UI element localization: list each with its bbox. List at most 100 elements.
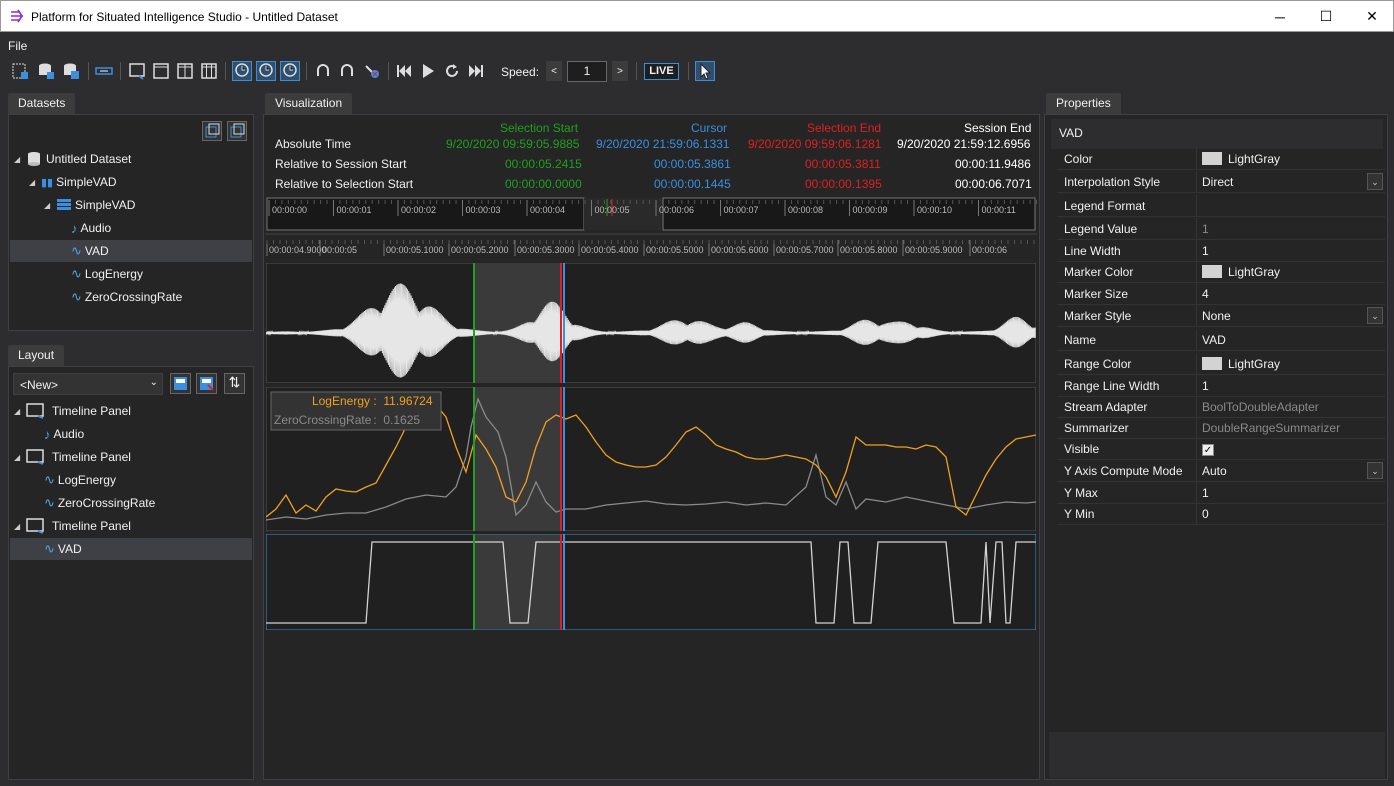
audio-timeline-panel[interactable] [266,263,1036,383]
property-row[interactable]: Visible ✓ [1057,438,1385,460]
layout-timeline-panel[interactable]: ◢ Timeline Panel [14,400,131,422]
go-to-end-icon[interactable] [466,61,486,81]
property-value[interactable]: 1 [1202,244,1209,258]
repeat-icon[interactable] [442,61,462,81]
expand-arrow-icon[interactable]: ◢ [14,155,26,164]
absolute-time-icon[interactable] [232,61,252,81]
go-to-start-icon[interactable] [394,61,414,81]
clear-selection-icon[interactable] [362,61,382,81]
property-value[interactable]: Direct [1202,175,1233,189]
close-button[interactable]: ✕ [1349,1,1394,32]
chevron-down-icon[interactable]: ⌄ [1367,173,1383,190]
property-row[interactable]: Y Axis Compute Mode Auto ⌄ [1057,460,1385,482]
property-row[interactable]: Legend Value 1 [1057,218,1385,240]
logenergy-timeline-panel[interactable] [266,387,1036,531]
speed-decrease-button[interactable]: < [546,61,562,81]
stream-logenergy[interactable]: ∿ LogEnergy [71,263,143,285]
property-row[interactable]: Range Line Width 1 [1057,375,1385,397]
layout-select[interactable]: <New> ⌄ [13,373,163,395]
layout-timeline-panel[interactable]: ◢ Timeline Panel [14,515,131,537]
chevron-down-icon[interactable]: ⌄ [1367,307,1383,324]
property-row[interactable]: Marker Color LightGray [1057,261,1385,283]
visible-checkbox[interactable]: ✓ [1202,444,1214,456]
minimize-button[interactable]: ─ [1257,1,1303,32]
color-swatch[interactable] [1202,152,1222,165]
property-value[interactable]: 1 [1202,486,1209,500]
expand-all-icon[interactable] [202,121,222,141]
property-value[interactable]: LightGray [1202,152,1280,166]
cursor-follows-mouse-icon[interactable] [695,61,715,81]
property-row[interactable]: Y Max 1 [1057,482,1385,504]
stream-zcr[interactable]: ∿ ZeroCrossingRate [71,286,182,308]
property-value[interactable]: None [1202,309,1231,323]
add-timeline-panel-icon[interactable] [127,61,147,81]
stream-audio[interactable]: ♪ Audio [71,217,111,239]
save-dataset-icon[interactable] [61,61,81,81]
property-value[interactable]: 1 [1202,379,1209,393]
speed-input[interactable]: 1 [567,61,607,82]
save-layout-icon[interactable] [170,373,191,394]
property-row[interactable]: Stream Adapter BoolToDoubleAdapter [1057,396,1385,418]
vad-timeline-panel[interactable] [266,534,1036,630]
open-dataset-icon[interactable] [36,61,56,81]
new-dataset-icon[interactable] [10,61,30,81]
layout-stream-vad[interactable]: ∿ VAD [10,538,252,560]
property-value[interactable]: DoubleRangeSummarizer [1202,421,1340,435]
property-value[interactable]: Auto [1202,464,1227,478]
layout-stream-logenergy[interactable]: ∿ LogEnergy [44,469,116,491]
partition-node[interactable]: ◢ SimpleVAD [44,194,135,216]
property-row[interactable]: Line Width 1 [1057,240,1385,262]
session-node[interactable]: ◢ ▮▮ SimpleVAD [29,171,117,193]
tab-layout[interactable]: Layout [8,345,65,366]
color-swatch[interactable] [1202,265,1222,278]
session-time-icon[interactable] [256,61,276,81]
add-2d-panel-icon[interactable] [151,61,171,81]
snap-to-stream-icon[interactable] [313,61,333,81]
speed-increase-button[interactable]: > [612,61,628,81]
property-row[interactable]: Summarizer DoubleRangeSummarizer [1057,417,1385,439]
maximize-button[interactable]: ☐ [1303,1,1349,32]
property-value[interactable]: VAD [1202,333,1226,347]
property-value[interactable]: LightGray [1202,265,1280,279]
property-row[interactable]: Interpolation Style Direct ⌄ [1057,171,1385,193]
property-value[interactable]: BoolToDoubleAdapter [1202,400,1319,414]
layout-timeline-panel[interactable]: ◢ Timeline Panel [14,446,131,468]
property-row[interactable]: Y Min 0 [1057,503,1385,525]
chevron-down-icon[interactable]: ⌄ [1367,462,1383,479]
expand-arrow-icon[interactable]: ◢ [44,201,56,210]
property-value[interactable]: 4 [1202,287,1209,301]
color-swatch[interactable] [1202,357,1222,370]
collapse-all-icon[interactable] [227,121,247,141]
property-value[interactable]: 1 [1202,222,1209,236]
layout-stream-audio[interactable]: ♪ Audio [44,423,84,445]
property-row[interactable]: Range Color LightGray [1057,353,1385,375]
selection-time-icon[interactable] [280,61,300,81]
property-value[interactable]: 0 [1202,507,1209,521]
dataset-node[interactable]: ◢ Untitled Dataset [14,148,131,170]
expand-arrow-icon[interactable]: ◢ [14,453,26,462]
live-button[interactable]: LIVE [644,63,679,80]
add-3-column-panel-icon[interactable] [199,61,219,81]
tab-visualization[interactable]: Visualization [265,93,353,114]
menu-file[interactable]: File [8,39,27,53]
expand-arrow-icon[interactable]: ◢ [14,407,26,416]
save-layout-as-icon[interactable] [196,373,217,394]
property-row[interactable]: Color LightGray [1057,148,1385,170]
stream-vad[interactable]: ∿ VAD [10,240,252,262]
property-row[interactable]: Name VAD [1057,329,1385,351]
property-value[interactable]: ✓ [1202,442,1214,456]
layout-stream-zcr[interactable]: ∿ ZeroCrossingRate [44,492,155,514]
sync-icon[interactable] [94,61,114,81]
property-row[interactable]: Marker Size 4 [1057,283,1385,305]
property-row[interactable]: Legend Format [1057,195,1385,217]
tab-datasets[interactable]: Datasets [8,93,76,114]
property-value[interactable]: LightGray [1202,357,1280,371]
add-2-column-panel-icon[interactable] [175,61,195,81]
property-row[interactable]: Marker Style None ⌄ [1057,305,1385,327]
expand-arrow-icon[interactable]: ◢ [29,178,41,187]
tab-properties[interactable]: Properties [1046,93,1121,114]
sort-icon[interactable]: ⇅ [224,373,245,394]
clear-snap-icon[interactable] [337,61,357,81]
expand-arrow-icon[interactable]: ◢ [14,522,26,531]
timeline-navigator[interactable]: 00:00:00 00:00:01 00:00:02 00:00:03 00:00:04… [265,196,1037,258]
